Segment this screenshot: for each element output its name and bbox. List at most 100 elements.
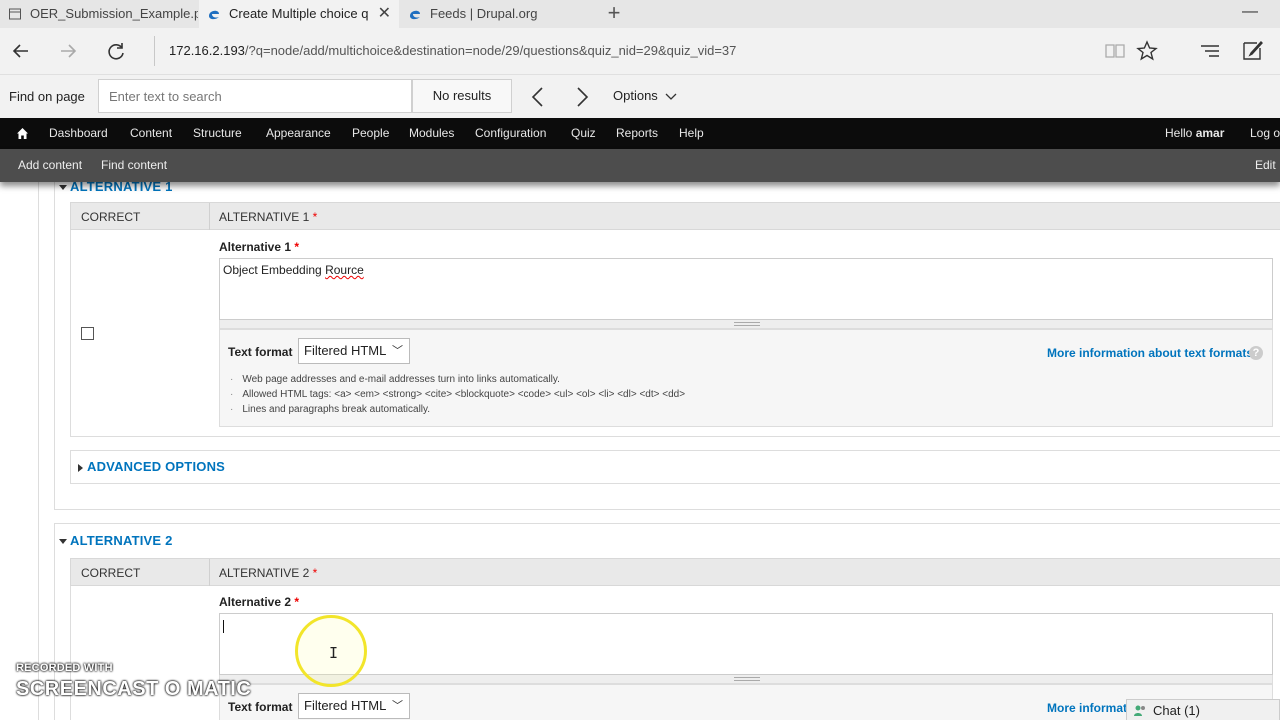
grip-handle-icon (734, 322, 760, 326)
misspelled-word: Rource (325, 263, 364, 277)
page-column-border (38, 182, 39, 720)
reading-view-icon[interactable] (1100, 36, 1130, 66)
drupal-admin-toolbar: Dashboard Content Structure Appearance P… (0, 118, 1280, 149)
web-note-icon[interactable] (1238, 36, 1268, 66)
toolbar-content[interactable]: Content (130, 118, 172, 149)
column-alternative-1: ALTERNATIVE 1 * (219, 210, 317, 224)
toolbar-modules[interactable]: Modules (409, 118, 454, 149)
tip-item: Allowed HTML tags: <a> <em> <strong> <ci… (230, 387, 685, 402)
column-alternative-2-text: ALTERNATIVE 2 (219, 566, 310, 580)
toolbar-help[interactable]: Help (679, 118, 704, 149)
column-alternative-1-text: ALTERNATIVE 1 (219, 210, 310, 224)
tab-title: OER_Submission_Example.p (30, 6, 198, 21)
textarea-resize-grip[interactable] (219, 320, 1273, 329)
text-format-wrapper: Text format Filtered HTML ﹀ More informat… (219, 329, 1273, 427)
address-bar[interactable]: 172.16.2.193/?q=node/add/multichoice&des… (154, 36, 1094, 66)
alternative-2-textarea[interactable] (219, 613, 1273, 675)
more-info-text-formats-link[interactable]: More informati (1047, 701, 1130, 715)
chevron-down-icon: ﹀ (392, 345, 403, 357)
pdf-icon (9, 8, 21, 20)
toolbar-appearance[interactable]: Appearance (266, 118, 331, 149)
tab-create-multiple-choice[interactable]: Create Multiple choice q ✕ (199, 0, 399, 28)
find-options-dropdown[interactable]: Options (613, 88, 677, 103)
text-caret (223, 620, 224, 633)
find-next-icon[interactable] (571, 85, 593, 109)
chevron-down-icon: ﹀ (392, 700, 403, 712)
toolbar-quiz[interactable]: Quiz (571, 118, 596, 149)
fieldset-border (54, 182, 55, 510)
required-marker: * (312, 210, 318, 224)
alternative-2-table-header: CORRECT ALTERNATIVE 2 * (70, 558, 1280, 586)
text-format-wrapper: Text format Filtered HTML ﹀ More informat… (219, 684, 1273, 720)
alternative-2-label-text: Alternative 2 (219, 595, 292, 609)
forward-arrow-icon[interactable] (53, 36, 83, 66)
browser-nav-bar: 172.16.2.193/?q=node/add/multichoice&des… (0, 28, 1280, 74)
cursor-highlight-circle: I (295, 615, 367, 687)
textarea-resize-grip[interactable] (219, 675, 1273, 684)
text-cursor-icon: I (329, 644, 339, 662)
shortcut-find-content[interactable]: Find content (101, 149, 167, 182)
required-marker: * (312, 566, 318, 580)
toolbar-greeting: Hello amar (1165, 118, 1224, 149)
tip-item: Lines and paragraphs break automatically… (230, 402, 685, 417)
alternative-1-table-header: CORRECT ALTERNATIVE 1 * (70, 202, 1280, 230)
tab-feeds-drupal[interactable]: Feeds | Drupal.org (400, 0, 598, 28)
back-arrow-icon[interactable] (6, 36, 36, 66)
alternative-2-field-label: Alternative 2 * (219, 595, 299, 609)
help-question-icon[interactable]: ? (1249, 346, 1263, 360)
required-marker: * (294, 240, 300, 254)
alternative-1-legend[interactable]: ALTERNATIVE 1 (59, 182, 173, 194)
alternative-1-textarea[interactable]: Object Embedding Rource (219, 258, 1273, 320)
toolbar-configuration[interactable]: Configuration (475, 118, 546, 149)
required-marker: * (294, 595, 300, 609)
chat-people-icon (1134, 705, 1145, 716)
find-results-count: No results (412, 79, 512, 113)
advanced-options-toggle[interactable]: ADVANCED OPTIONS (78, 459, 225, 474)
find-previous-icon[interactable] (527, 85, 549, 109)
screencast-o-matic-logo: SCREENCAST O MATIC (16, 678, 252, 700)
alternative-1-field-label: Alternative 1 * (219, 240, 299, 254)
text-format-label: Text format (228, 345, 293, 359)
text-format-selected: Filtered HTML (304, 343, 387, 358)
find-search-input[interactable] (98, 79, 412, 113)
find-on-page-bar: Find on page No results Options (0, 74, 1280, 118)
close-tab-icon[interactable]: ✕ (378, 0, 391, 28)
alternative-1-correct-checkbox[interactable] (81, 327, 94, 340)
fieldset-top-border (54, 523, 1280, 524)
toolbar-logout[interactable]: Log o (1250, 118, 1280, 149)
text-format-tips: Web page addresses and e-mail addresses … (230, 372, 685, 417)
shortcut-add-content[interactable]: Add content (18, 149, 82, 182)
alternative-1-label-text: Alternative 1 (219, 240, 292, 254)
home-icon[interactable] (16, 127, 29, 140)
column-alternative-2: ALTERNATIVE 2 * (219, 566, 317, 580)
more-info-text-formats-link[interactable]: More information about text formats (1047, 346, 1253, 360)
shortcut-edit[interactable]: Edit (1255, 149, 1276, 182)
text-format-label: Text format (228, 700, 293, 714)
text-format-select[interactable]: Filtered HTML ﹀ (298, 338, 410, 364)
chevron-down-icon (665, 93, 677, 100)
edge-icon (410, 10, 420, 20)
refresh-icon[interactable] (101, 36, 131, 66)
toolbar-people[interactable]: People (352, 118, 389, 149)
browser-tab-strip: OER_Submission_Example.p Create Multiple… (0, 0, 1280, 28)
new-tab-button[interactable]: + (604, 0, 624, 28)
shortcuts-bar: Add content Find content Edit (0, 149, 1280, 182)
tab-oer-submission[interactable]: OER_Submission_Example.p (0, 0, 198, 28)
text-format-selected: Filtered HTML (304, 698, 387, 713)
favorite-star-icon[interactable] (1132, 36, 1162, 66)
tab-title: Feeds | Drupal.org (430, 6, 538, 21)
alternative-2-legend[interactable]: ALTERNATIVE 2 (59, 533, 173, 548)
grip-handle-icon (734, 677, 760, 681)
chat-widget[interactable]: Chat (1) (1126, 699, 1280, 720)
toolbar-reports[interactable]: Reports (616, 118, 658, 149)
column-separator (209, 559, 210, 586)
toolbar-dashboard[interactable]: Dashboard (49, 118, 108, 149)
find-options-label: Options (613, 88, 658, 103)
chat-label: Chat (1) (1153, 703, 1200, 718)
text-format-select[interactable]: Filtered HTML ﹀ (298, 693, 410, 719)
hub-menu-icon[interactable] (1195, 36, 1225, 66)
alternative-2-legend-text: ALTERNATIVE 2 (70, 533, 173, 548)
username[interactable]: amar (1196, 126, 1225, 140)
minimize-window-button[interactable]: — (1240, 0, 1260, 28)
toolbar-structure[interactable]: Structure (193, 118, 242, 149)
